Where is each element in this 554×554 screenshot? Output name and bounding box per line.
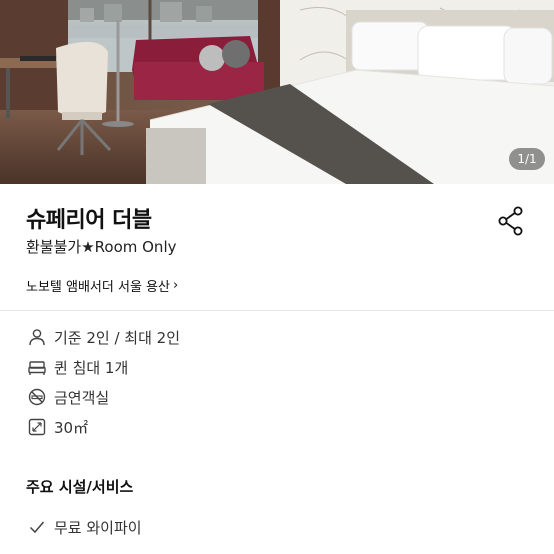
capacity-text: 기준 2인 / 최대 2인: [54, 328, 181, 347]
hotel-name-link[interactable]: 노보텔 앰배서더 서울 용산 ›: [26, 276, 178, 295]
amenity-text: 무료 와이파이: [54, 518, 142, 537]
bed-row: 퀸 침대 1개: [28, 356, 128, 378]
bed-text: 퀸 침대 1개: [54, 358, 129, 377]
share-button[interactable]: [497, 206, 525, 236]
smoking-row: 금연객실: [28, 386, 109, 408]
area-icon: [28, 418, 46, 436]
amenities-title: 주요 시설/서비스: [26, 478, 134, 496]
chevron-right-icon: ›: [172, 278, 179, 293]
capacity-row: 기준 2인 / 최대 2인: [28, 326, 180, 348]
room-rate-plan: 환불불가★Room Only: [26, 238, 177, 256]
room-name: 슈페리어 더블: [26, 208, 152, 233]
no-smoking-icon: [28, 388, 46, 406]
area-row: 30㎡: [28, 416, 88, 438]
share-icon: [498, 206, 523, 236]
person-icon: [28, 328, 46, 346]
room-photo[interactable]: 1/1: [0, 0, 554, 184]
amenity-item: 무료 와이파이: [28, 516, 142, 538]
photo-counter: 1/1: [509, 148, 545, 170]
bed-icon: [28, 358, 46, 376]
room-photo-illustration: [0, 0, 554, 184]
smoking-text: 금연객실: [54, 388, 110, 407]
area-text: 30㎡: [54, 418, 89, 437]
section-divider: [0, 310, 554, 311]
hotel-name: 노보텔 앰배서더 서울 용산: [26, 280, 170, 295]
check-icon: [28, 518, 46, 536]
